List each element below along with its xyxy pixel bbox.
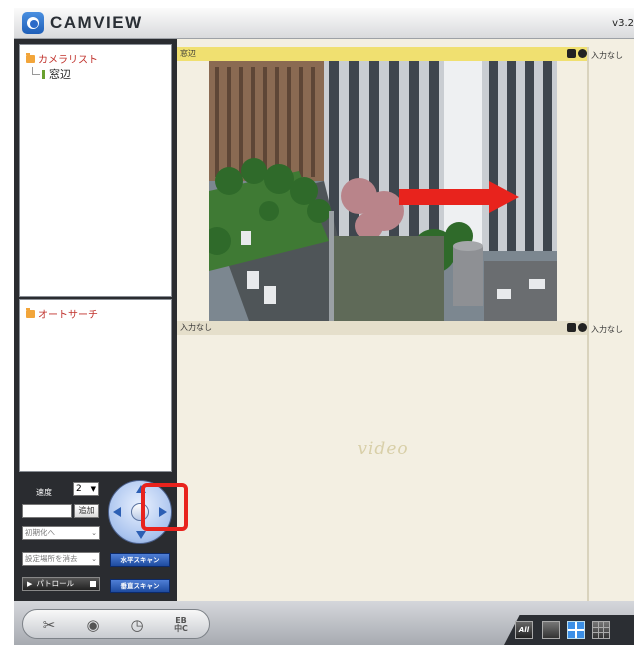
channel-2-title: 入力なし bbox=[180, 323, 212, 332]
layout-all-button[interactable]: All bbox=[515, 621, 533, 639]
camera-feed-image[interactable] bbox=[209, 61, 557, 321]
chevron-down-icon: ⌄ bbox=[91, 529, 97, 537]
layout-single-button[interactable] bbox=[542, 621, 560, 639]
play-icon: ▶ bbox=[27, 580, 33, 588]
video-divider bbox=[587, 47, 589, 601]
horizontal-scan-button[interactable]: 水平スキャン bbox=[110, 553, 170, 567]
video-channel-2-header[interactable]: 入力なし bbox=[177, 321, 589, 335]
init-dropdown-label: 初期化へ bbox=[25, 528, 55, 537]
schedule-icon[interactable]: ◷ bbox=[125, 615, 149, 635]
camera-item-label: 窓辺 bbox=[49, 68, 71, 81]
preset-name-input[interactable] bbox=[22, 504, 72, 518]
init-dropdown[interactable]: 初期化へ ⌄ bbox=[22, 526, 100, 540]
record-icon[interactable] bbox=[578, 49, 587, 58]
folder-icon bbox=[26, 52, 35, 63]
snapshot-icon[interactable] bbox=[567, 49, 576, 58]
pan-left-icon[interactable] bbox=[113, 507, 121, 517]
auto-search-title: オートサーチ bbox=[38, 310, 98, 321]
snapshot-icon[interactable] bbox=[567, 323, 576, 332]
camera-icon bbox=[42, 69, 45, 79]
tool-pill: ✂ ◉ ◷ EB 中C bbox=[22, 609, 210, 639]
add-button[interactable]: 追加 bbox=[74, 504, 99, 518]
camview-logo-icon bbox=[22, 12, 44, 34]
layout-quad-button[interactable] bbox=[567, 621, 585, 639]
language-icon[interactable]: EB 中C bbox=[169, 615, 193, 635]
version-label: v3.2 bbox=[612, 18, 634, 29]
camera-list-title: カメラリスト bbox=[38, 55, 98, 66]
patrol-button[interactable]: ▶ パトロール bbox=[22, 577, 100, 591]
folder-icon bbox=[26, 307, 35, 318]
channel-2-icons bbox=[565, 323, 587, 332]
video-area: 窓辺 入力なし 入力なし 入力なし video bbox=[177, 39, 634, 601]
bottom-toolbar: ✂ ◉ ◷ EB 中C All bbox=[14, 601, 634, 645]
stop-icon[interactable] bbox=[90, 581, 96, 587]
video-channel-1-header[interactable]: 窓辺 bbox=[177, 47, 589, 61]
speed-select[interactable]: 2 ▼ bbox=[73, 482, 99, 496]
channel-1-icons bbox=[565, 49, 587, 58]
auto-search-panel: オートサーチ bbox=[19, 299, 172, 472]
layout-nine-button[interactable] bbox=[592, 621, 610, 639]
city-street-image bbox=[209, 61, 557, 321]
camview-window: CAMVIEW v3.2 カメラリスト 窓辺 オートサーチ 速度 2 ▼ 追加 … bbox=[0, 0, 634, 645]
chevron-down-icon: ⌄ bbox=[91, 555, 97, 563]
camera-list-header: カメラリスト bbox=[26, 51, 98, 66]
language-bottom-label: 中C bbox=[174, 624, 188, 633]
title-bar: CAMVIEW v3.2 bbox=[14, 8, 634, 39]
tree-connector-icon bbox=[32, 67, 40, 75]
record-playback-icon[interactable]: ◉ bbox=[81, 615, 105, 635]
camera-list-item[interactable]: 窓辺 bbox=[32, 66, 71, 82]
preset-dropdown[interactable]: 設定場所を消去 ⌄ bbox=[22, 552, 100, 566]
pan-down-icon[interactable] bbox=[136, 531, 146, 539]
right-arrow-highlight bbox=[141, 483, 188, 531]
auto-search-header: オートサーチ bbox=[26, 306, 98, 321]
speed-label: 速度 bbox=[36, 488, 52, 497]
speed-value: 2 bbox=[76, 484, 82, 494]
channel-1-side-label: 入力なし bbox=[591, 51, 623, 60]
video-placeholder: video bbox=[357, 439, 409, 459]
channel-2-side-label: 入力なし bbox=[591, 325, 623, 334]
chevron-down-icon: ▼ bbox=[90, 485, 96, 493]
patrol-label: パトロール bbox=[36, 579, 75, 588]
app-title: CAMVIEW bbox=[50, 13, 143, 32]
channel-1-title: 窓辺 bbox=[180, 49, 196, 58]
record-icon[interactable] bbox=[578, 323, 587, 332]
settings-tools-icon[interactable]: ✂ bbox=[37, 615, 61, 635]
preset-dropdown-label: 設定場所を消去 bbox=[25, 554, 78, 563]
vertical-scan-button[interactable]: 垂直スキャン bbox=[110, 579, 170, 593]
camera-list-panel: カメラリスト 窓辺 bbox=[19, 44, 172, 297]
